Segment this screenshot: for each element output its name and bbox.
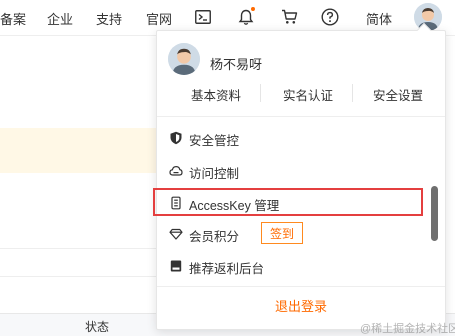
language-switch[interactable]: 简体 [366, 9, 392, 28]
cloud-icon [169, 164, 183, 178]
divider [260, 84, 261, 102]
menu-item-security-control[interactable]: 安全管控 [167, 125, 417, 151]
security-settings-link[interactable]: 安全设置 [373, 85, 423, 104]
background-notice-band [0, 128, 160, 173]
logout-button[interactable]: 退出登录 [157, 296, 445, 315]
basic-profile-link[interactable]: 基本资料 [191, 85, 241, 104]
user-dropdown-panel: 杨不易呀 基本资料 实名认证 安全设置 安全管控 访问控制 AccessKey … [153, 22, 446, 330]
diamond-icon [169, 227, 183, 241]
background-divider [0, 276, 160, 277]
bell-icon[interactable] [235, 6, 257, 28]
background-status-column: 状态 [85, 320, 110, 334]
menu-item-referral-rebate[interactable]: 推荐返利后台 [167, 253, 417, 279]
help-icon[interactable] [319, 6, 341, 28]
nav-link-support[interactable]: 支持 [96, 9, 122, 28]
user-name: 杨不易呀 [210, 57, 263, 72]
terminal-icon[interactable] [192, 6, 214, 28]
real-name-auth-link[interactable]: 实名认证 [283, 85, 333, 104]
menu-item-label: 访问控制 [189, 167, 240, 181]
key-icon [169, 196, 183, 210]
nav-link-filing[interactable]: 备案 [0, 9, 26, 28]
scrollbar-thumb[interactable] [431, 186, 438, 241]
divider [352, 84, 353, 102]
menu-item-access-control[interactable]: 访问控制 [167, 158, 417, 184]
menu-item-label: AccessKey 管理 [189, 199, 280, 213]
nav-link-enterprise[interactable]: 企业 [47, 9, 73, 28]
menu-item-member-points[interactable]: 会员积分 签到 [167, 221, 417, 247]
sign-in-button[interactable]: 签到 [261, 222, 303, 244]
watermark: @稀土掘金技术社区 [360, 323, 455, 335]
avatar [168, 43, 200, 75]
divider [157, 116, 445, 117]
background-divider [0, 248, 160, 249]
menu-item-label: 会员积分 [189, 230, 240, 244]
shield-icon [169, 131, 183, 145]
notification-dot [251, 7, 255, 11]
cart-icon[interactable] [278, 6, 300, 28]
divider [157, 286, 445, 287]
wallet-icon [169, 259, 183, 273]
menu-item-label: 推荐返利后台 [189, 262, 265, 276]
menu-item-accesskey-management[interactable]: AccessKey 管理 [153, 188, 423, 216]
menu-item-label: 安全管控 [189, 134, 240, 148]
nav-link-official-site[interactable]: 官网 [146, 9, 172, 28]
